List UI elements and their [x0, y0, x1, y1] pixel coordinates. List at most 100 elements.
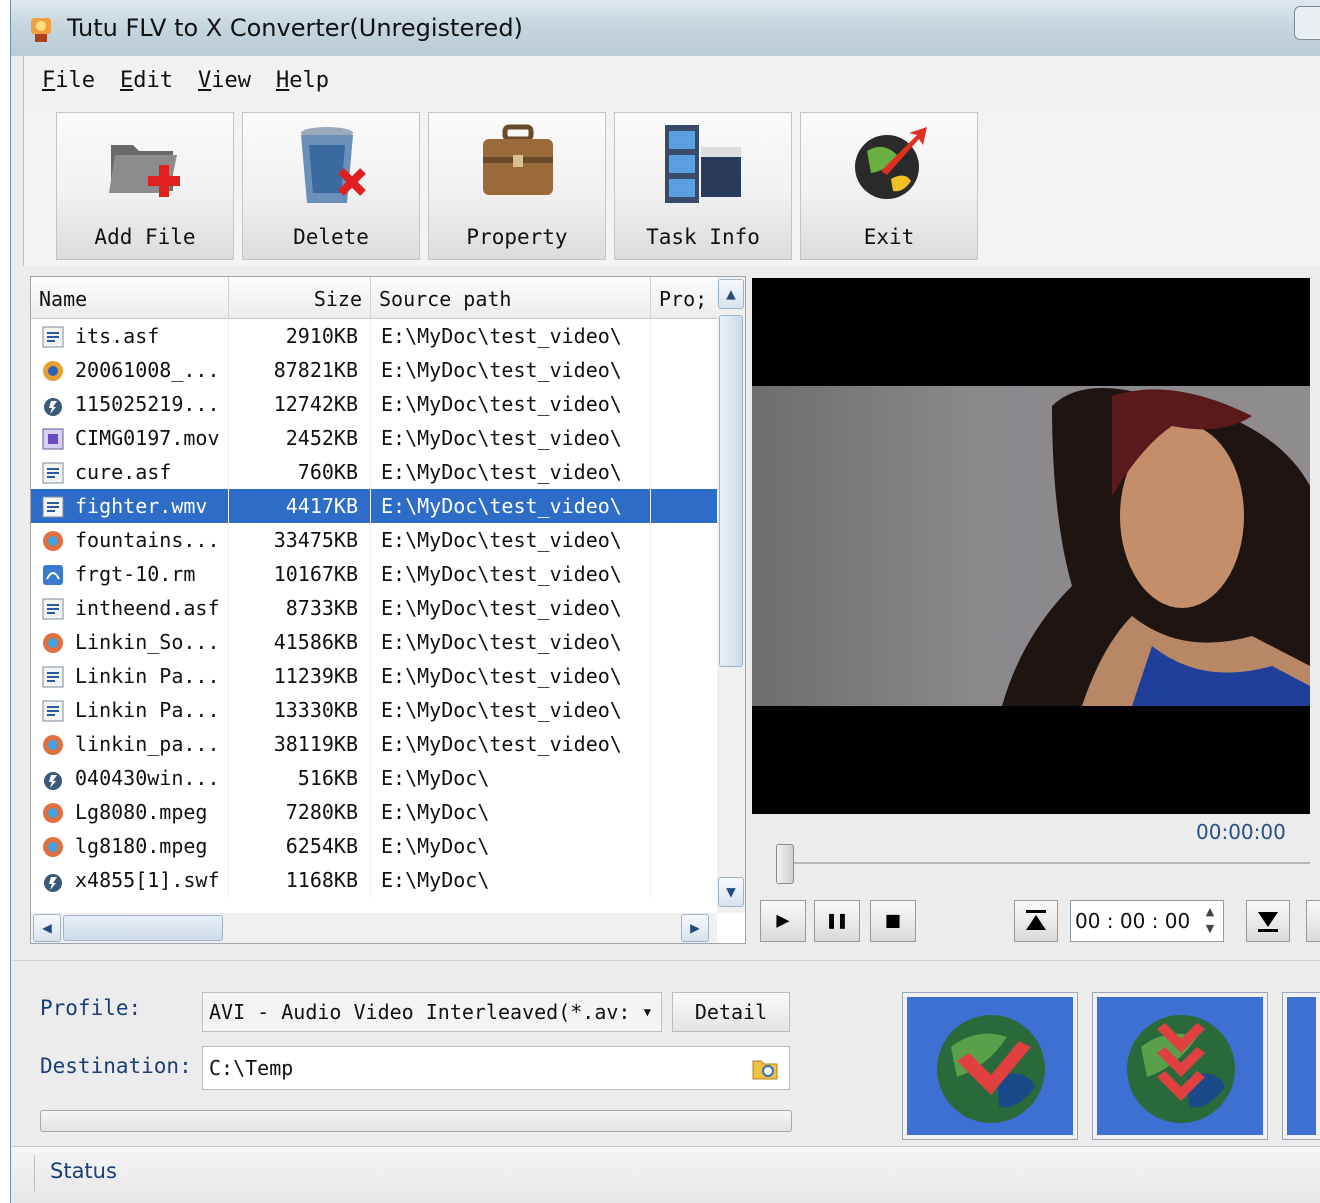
column-size[interactable]: Size [229, 277, 371, 319]
scroll-left-icon[interactable]: ◀ [33, 914, 61, 942]
profile-value: AVI - Audio Video Interleaved(*.av: [209, 1000, 631, 1024]
scroll-right-icon[interactable]: ▶ [681, 914, 709, 942]
file-source-path: E:\MyDoc\test_video\ [371, 387, 651, 421]
table-row[interactable]: fountains... 33475KB E:\MyDoc\test_video\ [31, 523, 717, 557]
file-progress [651, 455, 717, 489]
file-source-path: E:\MyDoc\test_video\ [371, 353, 651, 387]
menu-help[interactable]: Help [276, 68, 329, 93]
menu-file[interactable]: File [42, 68, 95, 93]
h-scroll-thumb[interactable] [63, 915, 223, 941]
table-row[interactable]: Lg8080.mpeg 7280KB E:\MyDoc\ [31, 795, 717, 829]
stop-icon: ■ [886, 908, 900, 933]
batch-convert-button[interactable] [1092, 992, 1268, 1140]
play-icon: ▶ [776, 908, 790, 933]
convert-button[interactable] [902, 992, 1078, 1140]
file-size: 8733KB [229, 591, 371, 625]
menu-view[interactable]: View [198, 68, 251, 93]
browse-folder-icon[interactable] [751, 1055, 779, 1081]
video-frame [752, 386, 1310, 706]
table-row[interactable]: Linkin Pa... 11239KB E:\MyDoc\test_video\ [31, 659, 717, 693]
property-label: Property [466, 225, 568, 249]
end-time-input[interactable] [1306, 900, 1320, 942]
woman-video-image [1002, 388, 1310, 706]
conversion-progress-bar [40, 1110, 792, 1132]
column-name[interactable]: Name [31, 277, 229, 319]
table-row[interactable]: lg8180.mpeg 6254KB E:\MyDoc\ [31, 829, 717, 863]
file-progress [651, 557, 717, 591]
file-size: 33475KB [229, 523, 371, 557]
scroll-thumb[interactable] [719, 315, 743, 667]
property-button[interactable]: Property [428, 112, 606, 260]
add-file-button[interactable]: Add File [56, 112, 234, 260]
globe-arrow-icon [855, 127, 927, 199]
play-button[interactable]: ▶ [760, 900, 806, 942]
file-size: 2452KB [229, 421, 371, 455]
file-list[interactable]: Name Size Source path Pro; its.asf 2910KB… [30, 276, 746, 944]
table-row[interactable]: 040430win... 516KB E:\MyDoc\ [31, 761, 717, 795]
profile-select[interactable]: AVI - Audio Video Interleaved(*.av: ▼ [202, 992, 662, 1032]
file-source-path: E:\MyDoc\test_video\ [371, 625, 651, 659]
scroll-up-icon[interactable]: ▲ [718, 279, 744, 309]
table-row[interactable]: linkin_pa... 38119KB E:\MyDoc\test_video\ [31, 727, 717, 761]
start-time-value: 00 : 00 : 00 [1075, 909, 1191, 933]
file-size: 2910KB [229, 319, 371, 353]
start-time-input[interactable]: 00 : 00 : 00 ▲ ▼ [1070, 900, 1224, 942]
table-row[interactable]: intheend.asf 8733KB E:\MyDoc\test_video\ [31, 591, 717, 625]
table-row[interactable]: Linkin Pa... 13330KB E:\MyDoc\test_video\ [31, 693, 717, 727]
file-progress [651, 761, 717, 795]
seek-handle[interactable] [776, 844, 794, 884]
file-progress [651, 795, 717, 829]
file-source-path: E:\MyDoc\ [371, 863, 651, 897]
table-row[interactable]: cure.asf 760KB E:\MyDoc\test_video\ [31, 455, 717, 489]
table-row[interactable]: its.asf 2910KB E:\MyDoc\test_video\ [31, 319, 717, 353]
wmv-file-icon [42, 666, 64, 688]
mpeg-file-icon [43, 837, 63, 857]
table-row[interactable]: 20061008_... 87821KB E:\MyDoc\test_video\ [31, 353, 717, 387]
table-row[interactable]: Linkin_So... 41586KB E:\MyDoc\test_video\ [31, 625, 717, 659]
pause-button[interactable]: ❚❚ [814, 900, 860, 942]
file-progress [651, 591, 717, 625]
add-file-label: Add File [94, 225, 196, 249]
set-end-button[interactable] [1246, 900, 1290, 942]
table-row[interactable]: 115025219... 12742KB E:\MyDoc\test_video\ [31, 387, 717, 421]
horizontal-scrollbar[interactable]: ◀ ▶ [31, 913, 717, 943]
file-progress [651, 625, 717, 659]
third-action-button[interactable] [1282, 992, 1320, 1140]
file-progress [651, 353, 717, 387]
set-start-button[interactable] [1014, 900, 1058, 942]
table-row[interactable]: CIMG0197.mov 2452KB E:\MyDoc\test_video\ [31, 421, 717, 455]
stop-button[interactable]: ■ [870, 900, 916, 942]
exit-button[interactable]: Exit [800, 112, 978, 260]
file-size: 10167KB [229, 557, 371, 591]
wmv-file-icon [42, 496, 64, 518]
table-row[interactable]: frgt-10.rm 10167KB E:\MyDoc\test_video\ [31, 557, 717, 591]
app-icon [31, 18, 51, 42]
window-title: Tutu FLV to X Converter(Unregistered) [67, 14, 523, 42]
file-progress [651, 693, 717, 727]
vertical-scrollbar[interactable]: ▲ ▼ [717, 277, 745, 913]
delete-button[interactable]: Delete [242, 112, 420, 260]
column-progress[interactable]: Pro; [651, 277, 717, 319]
file-size: 38119KB [229, 727, 371, 761]
time-spin-icon[interactable]: ▲ ▼ [1199, 903, 1221, 939]
file-progress [651, 659, 717, 693]
wmv-file-icon [42, 598, 64, 620]
file-size: 4417KB [229, 489, 371, 523]
menu-edit[interactable]: Edit [120, 68, 173, 93]
minimize-button[interactable] [1294, 6, 1320, 40]
column-source-path[interactable]: Source path [371, 277, 651, 319]
destination-value: C:\Temp [209, 1056, 294, 1080]
file-source-path: E:\MyDoc\test_video\ [371, 591, 651, 625]
seek-slider[interactable] [776, 844, 1310, 884]
task-info-button[interactable]: Task Info [614, 112, 792, 260]
destination-input[interactable]: C:\Temp [202, 1046, 790, 1090]
wmv-file-icon [42, 326, 64, 348]
table-row[interactable]: x4855[1].swf 1168KB E:\MyDoc\ [31, 863, 717, 897]
detail-button[interactable]: Detail [672, 992, 790, 1032]
table-row[interactable]: fighter.wmv 4417KB E:\MyDoc\test_video\ [31, 489, 717, 523]
dropdown-arrow-icon: ▼ [643, 1005, 651, 1019]
file-progress [651, 421, 717, 455]
briefcase-icon [483, 124, 553, 195]
file-progress [651, 387, 717, 421]
scroll-down-icon[interactable]: ▼ [718, 877, 744, 907]
